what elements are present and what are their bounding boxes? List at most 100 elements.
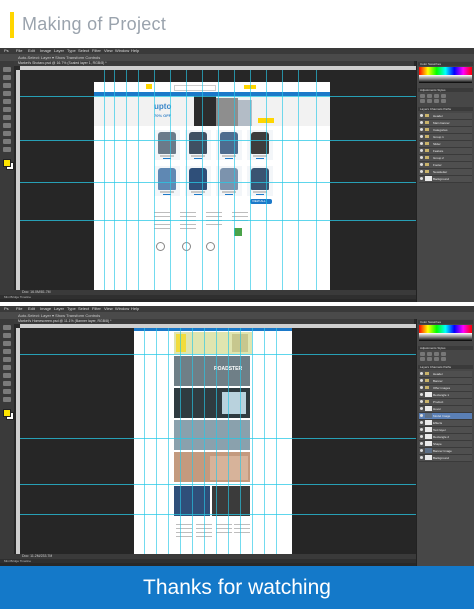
visibility-eye-icon[interactable] (420, 379, 423, 382)
visibility-eye-icon[interactable] (420, 135, 423, 138)
visibility-eye-icon[interactable] (420, 156, 423, 159)
marquee-tool-icon[interactable] (3, 75, 11, 80)
brush-tool-icon[interactable] (3, 381, 11, 386)
layer-row[interactable]: Background (419, 455, 472, 462)
eyedropper-icon[interactable] (3, 107, 11, 112)
layer-row[interactable]: Background (419, 176, 472, 183)
crop-tool-icon[interactable] (3, 357, 11, 362)
color-ramp[interactable] (419, 333, 472, 341)
hue-saturation-icon[interactable] (420, 357, 425, 361)
color-ramp[interactable] (419, 75, 472, 83)
hue-saturation-icon[interactable] (420, 99, 425, 103)
visibility-eye-icon[interactable] (420, 114, 423, 117)
adjustments-panel-tab[interactable]: Adjustments Styles (418, 88, 473, 92)
options-text[interactable]: Auto-Select: Layer ▾ Show Transform Cont… (18, 312, 100, 319)
layer-row[interactable]: Group 2 (419, 155, 472, 162)
layer-row[interactable]: Footer (419, 162, 472, 169)
healing-brush-icon[interactable] (3, 115, 11, 120)
visibility-eye-icon[interactable] (420, 442, 423, 445)
canvas-area[interactable]: upto 70% OFF VIEW ALL (20, 70, 416, 290)
brightness-icon[interactable] (420, 352, 425, 356)
levels-icon[interactable] (427, 352, 432, 356)
brush-tool-icon[interactable] (3, 123, 11, 128)
brightness-icon[interactable] (420, 94, 425, 98)
visibility-eye-icon[interactable] (420, 449, 423, 452)
layer-row[interactable]: Feature (419, 148, 472, 155)
layer-row[interactable]: Banner Image (419, 448, 472, 455)
marquee-tool-icon[interactable] (3, 333, 11, 338)
layer-row[interactable]: Newsletter (419, 169, 472, 176)
visibility-eye-icon[interactable] (420, 170, 423, 173)
gradient-tool-icon[interactable] (3, 147, 11, 152)
lasso-tool-icon[interactable] (3, 83, 11, 88)
visibility-eye-icon[interactable] (420, 414, 423, 417)
curves-icon[interactable] (434, 352, 439, 356)
levels-icon[interactable] (427, 94, 432, 98)
adjustments-panel-tab[interactable]: Adjustments Styles (418, 346, 473, 350)
photo-filter-icon[interactable] (441, 99, 446, 103)
stamp-tool-icon[interactable] (3, 131, 11, 136)
layer-row[interactable]: Hover (419, 406, 472, 413)
visibility-eye-icon[interactable] (420, 435, 423, 438)
layer-row[interactable]: Group 1 (419, 134, 472, 141)
color-spectrum[interactable] (419, 67, 472, 75)
visibility-eye-icon[interactable] (420, 428, 423, 431)
visibility-eye-icon[interactable] (420, 393, 423, 396)
eraser-tool-icon[interactable] (3, 139, 11, 144)
color-panel-tab[interactable]: Color Swatches (418, 62, 473, 66)
visibility-eye-icon[interactable] (420, 407, 423, 410)
layer-row[interactable]: Slider (419, 141, 472, 148)
visibility-eye-icon[interactable] (420, 421, 423, 424)
visibility-eye-icon[interactable] (420, 128, 423, 131)
visibility-eye-icon[interactable] (420, 149, 423, 152)
magic-wand-icon[interactable] (3, 349, 11, 354)
visibility-eye-icon[interactable] (420, 456, 423, 459)
layer-row[interactable]: Rectangle 2 (419, 434, 472, 441)
layers-panel-tab[interactable]: Layers Channels Paths (418, 107, 473, 111)
color-balance-icon[interactable] (427, 357, 432, 361)
eyedropper-icon[interactable] (3, 365, 11, 370)
layer-row-selected[interactable]: Model Image (419, 413, 472, 420)
document-canvas[interactable]: ROADSTER (134, 328, 292, 554)
layer-row[interactable]: Shape (419, 441, 472, 448)
black-white-icon[interactable] (434, 357, 439, 361)
color-panel-tab[interactable]: Color Swatches (418, 320, 473, 324)
visibility-eye-icon[interactable] (420, 177, 423, 180)
canvas-area[interactable]: ROADSTER (20, 328, 416, 554)
layer-row[interactable]: Offer images (419, 385, 472, 392)
visibility-eye-icon[interactable] (420, 386, 423, 389)
photo-filter-icon[interactable] (441, 357, 446, 361)
visibility-eye-icon[interactable] (420, 400, 423, 403)
layer-row[interactable]: Banner (419, 378, 472, 385)
mini-bridge-tabs[interactable]: Mini Bridge Timeline (4, 295, 31, 299)
layer-row[interactable]: Text layer (419, 427, 472, 434)
eraser-tool-icon[interactable] (3, 397, 11, 402)
layer-row[interactable]: Header (419, 113, 472, 120)
visibility-eye-icon[interactable] (420, 142, 423, 145)
layer-row[interactable]: Rectangle 1 (419, 392, 472, 399)
color-balance-icon[interactable] (427, 99, 432, 103)
move-tool-icon[interactable] (3, 67, 11, 72)
visibility-eye-icon[interactable] (420, 163, 423, 166)
layer-row[interactable]: Categories (419, 127, 472, 134)
move-tool-icon[interactable] (3, 325, 11, 330)
layers-panel-tab[interactable]: Layers Channels Paths (418, 365, 473, 369)
crop-tool-icon[interactable] (3, 99, 11, 104)
lasso-tool-icon[interactable] (3, 341, 11, 346)
document-canvas[interactable]: upto 70% OFF VIEW ALL (94, 82, 330, 290)
color-spectrum[interactable] (419, 325, 472, 333)
magic-wand-icon[interactable] (3, 91, 11, 96)
exposure-icon[interactable] (441, 352, 446, 356)
exposure-icon[interactable] (441, 94, 446, 98)
curves-icon[interactable] (434, 94, 439, 98)
foreground-color-swatch[interactable] (3, 409, 11, 417)
visibility-eye-icon[interactable] (420, 121, 423, 124)
layer-row[interactable]: Header (419, 371, 472, 378)
stamp-tool-icon[interactable] (3, 389, 11, 394)
options-text[interactable]: Auto-Select: Layer ▾ Show Transform Cont… (18, 54, 100, 61)
color-picker[interactable] (419, 67, 472, 87)
layer-row[interactable]: Effects (419, 420, 472, 427)
mini-bridge-tabs[interactable]: Mini Bridge Timeline (4, 559, 31, 563)
healing-brush-icon[interactable] (3, 373, 11, 378)
foreground-color-swatch[interactable] (3, 159, 11, 167)
